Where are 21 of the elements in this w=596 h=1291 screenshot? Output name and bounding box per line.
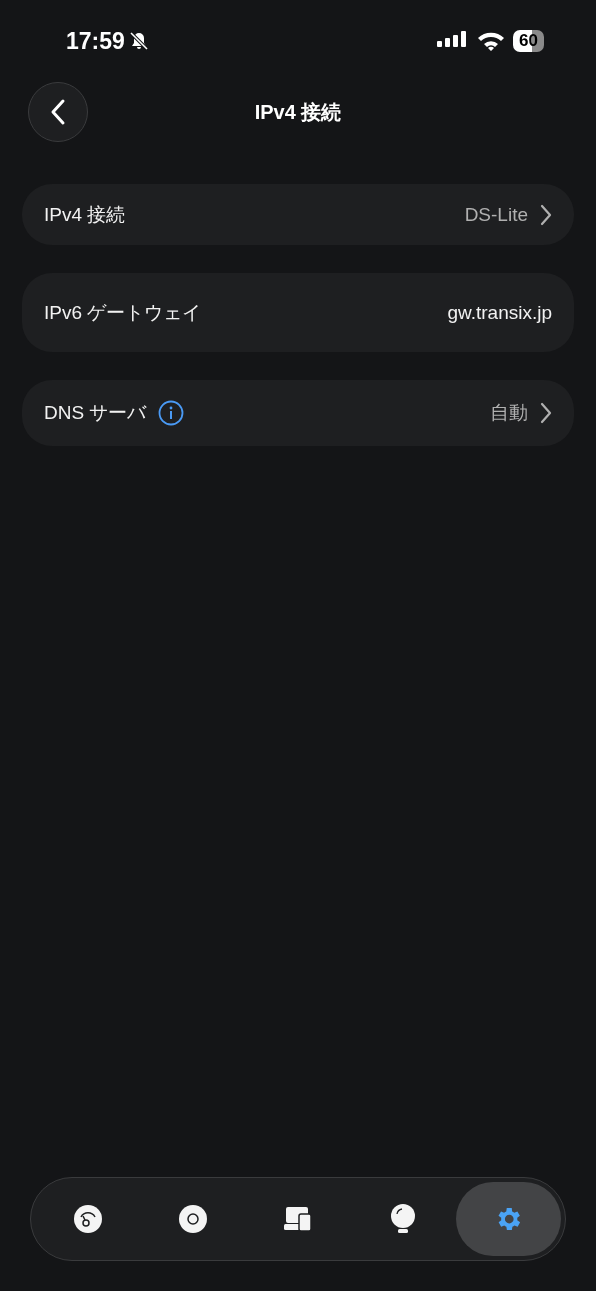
chevron-left-icon bbox=[49, 98, 67, 126]
tab-button[interactable] bbox=[455, 1182, 561, 1256]
chevron-icon bbox=[540, 402, 552, 424]
row-value: DS-Lite bbox=[464, 203, 528, 226]
info-icon[interactable] bbox=[158, 400, 185, 426]
row-label: DNS サーバ bbox=[44, 401, 147, 425]
devices-icon bbox=[283, 1206, 313, 1232]
page-title: IPv4 接続 bbox=[254, 99, 342, 125]
disc-icon bbox=[177, 1204, 208, 1234]
row-label: IPv4 接続 bbox=[44, 202, 126, 227]
battery-level: 60 bbox=[513, 30, 544, 52]
row-value: 自動 bbox=[490, 401, 528, 425]
chevron-icon bbox=[540, 203, 552, 226]
wifi-icon bbox=[477, 31, 506, 51]
settings-row[interactable]: IPv4 接続 DS-Lite bbox=[22, 184, 574, 245]
lightbulb-icon bbox=[389, 1203, 418, 1235]
gauge-icon bbox=[72, 1204, 103, 1234]
row-value: gw.transix.jp bbox=[447, 301, 552, 324]
status-time: 17:59 bbox=[66, 27, 125, 55]
settings-row[interactable]: DNS サーバ 自動 bbox=[22, 380, 574, 446]
row-label: IPv6 ゲートウェイ bbox=[44, 300, 202, 325]
